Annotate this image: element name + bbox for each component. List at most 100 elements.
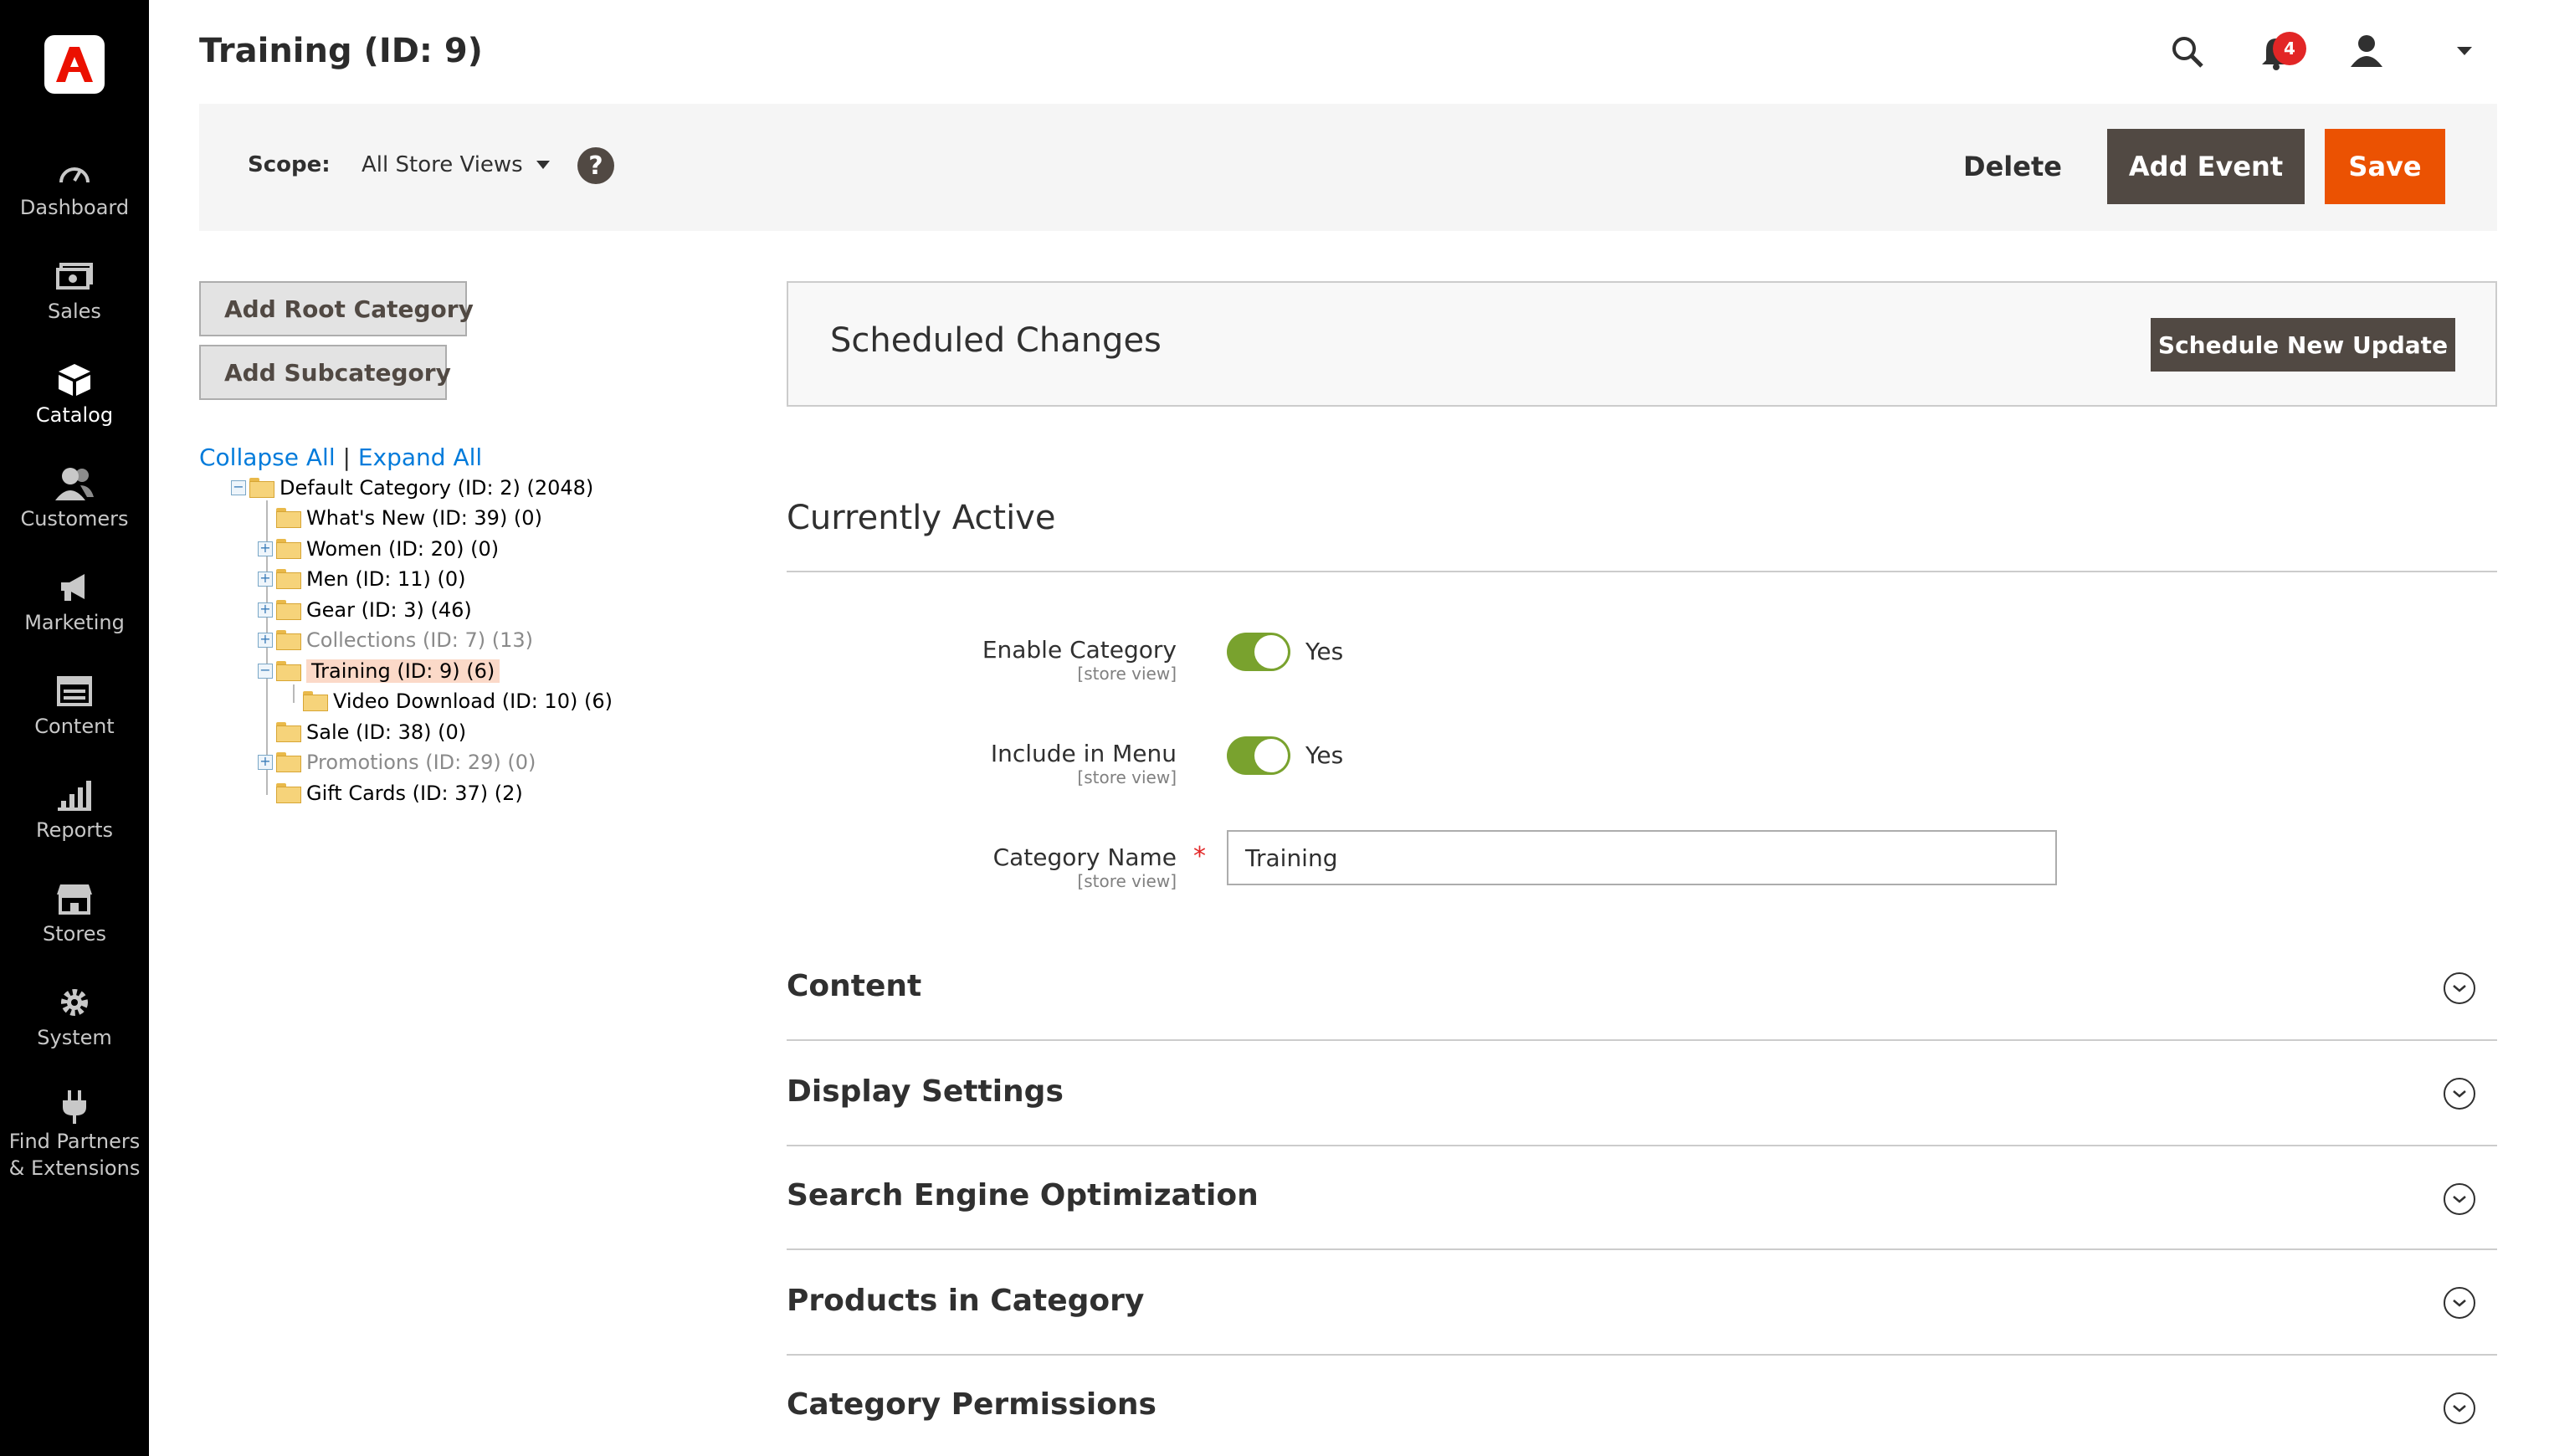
customers-icon xyxy=(49,462,100,505)
user-icon[interactable] xyxy=(2346,30,2387,70)
folder-icon xyxy=(276,630,301,650)
delete-button[interactable]: Delete xyxy=(1946,129,2079,204)
category-name-input[interactable]: Training xyxy=(1227,830,2057,885)
scope-switcher-value: All Store Views xyxy=(362,152,523,177)
tree-node-gift-cards[interactable]: Gift Cards (ID: 37) (2) xyxy=(258,779,523,807)
tree-node-sale[interactable]: Sale (ID: 38) (0) xyxy=(258,718,466,746)
nav-item-customers[interactable]: Customers xyxy=(0,462,149,554)
divider xyxy=(787,571,2497,572)
chevron-down-icon[interactable] xyxy=(2444,972,2475,1004)
scope-label: Scope: xyxy=(248,152,331,177)
nav-label: Catalog xyxy=(35,403,114,427)
tree-node-label: What's New (ID: 39) (0) xyxy=(306,506,542,530)
catalog-icon xyxy=(49,358,100,402)
folder-icon xyxy=(303,691,328,711)
section-content-title[interactable]: Content xyxy=(787,969,921,1003)
reports-icon xyxy=(49,773,100,817)
section-products-in-category-title[interactable]: Products in Category xyxy=(787,1284,1144,1318)
nav-label: Stores xyxy=(43,922,106,946)
tree-node-promotions[interactable]: + Promotions (ID: 29) (0) xyxy=(258,748,536,777)
divider xyxy=(787,1354,2497,1356)
chevron-down-icon[interactable] xyxy=(2444,1183,2475,1215)
scope-switcher[interactable]: All Store Views xyxy=(362,152,550,177)
tree-node-whats-new[interactable]: What's New (ID: 39) (0) xyxy=(258,504,542,532)
folder-icon xyxy=(276,752,301,772)
nav-item-reports[interactable]: Reports xyxy=(0,773,149,865)
nav-label: System xyxy=(37,1026,112,1049)
nav-item-stores[interactable]: Stores xyxy=(0,877,149,969)
section-seo-title[interactable]: Search Engine Optimization xyxy=(787,1178,1259,1212)
tree-node-training[interactable]: − Training (ID: 9) (6) xyxy=(258,657,500,685)
chevron-down-icon[interactable] xyxy=(2444,1078,2475,1110)
expand-node-icon[interactable]: + xyxy=(258,755,273,770)
account-menu-chevron-down-icon[interactable] xyxy=(2452,38,2477,64)
field-label-text: Include in Menu xyxy=(990,740,1177,767)
adobe-logo-icon xyxy=(56,47,93,82)
nav-item-find-partners[interactable]: Find Partners & Extensions xyxy=(0,1084,149,1193)
tree-node-video-download[interactable]: Video Download (ID: 10) (6) xyxy=(285,687,613,715)
collapse-node-icon[interactable]: − xyxy=(258,664,273,679)
notification-count-badge: 4 xyxy=(2273,32,2306,65)
nav-item-dashboard[interactable]: Dashboard xyxy=(0,151,149,243)
folder-open-icon xyxy=(276,661,301,681)
chevron-down-icon xyxy=(536,161,550,169)
tree-node-men[interactable]: + Men (ID: 11) (0) xyxy=(258,565,465,593)
field-label-text: Enable Category xyxy=(982,636,1177,664)
tree-node-label: Promotions (ID: 29) (0) xyxy=(306,751,536,774)
search-icon[interactable] xyxy=(2167,32,2208,72)
nav-item-marketing[interactable]: Marketing xyxy=(0,566,149,658)
expand-node-icon[interactable]: + xyxy=(258,541,273,556)
collapse-node-icon[interactable]: − xyxy=(231,480,246,495)
adobe-logo[interactable] xyxy=(44,35,105,94)
nav-item-catalog[interactable]: Catalog xyxy=(0,358,149,450)
add-root-category-button[interactable]: Add Root Category xyxy=(199,281,474,336)
tree-node-label: Video Download (ID: 10) (6) xyxy=(333,690,613,713)
expand-all-link[interactable]: Expand All xyxy=(358,443,482,471)
tree-node-label: Gear (ID: 3) (46) xyxy=(306,598,472,622)
field-scope-text: [store view] xyxy=(1077,767,1177,787)
scheduled-changes-title: Scheduled Changes xyxy=(830,321,1162,360)
folder-icon xyxy=(276,508,301,528)
chevron-down-icon[interactable] xyxy=(2444,1287,2475,1319)
folder-icon xyxy=(276,600,301,620)
plug-icon xyxy=(49,1084,100,1128)
field-scope-text: [store view] xyxy=(1077,664,1177,684)
tree-node-collections[interactable]: + Collections (ID: 7) (13) xyxy=(258,626,533,654)
tree-node-default-category[interactable]: − Default Category (ID: 2) (2048) xyxy=(231,474,593,502)
tree-node-label: Training (ID: 9) (6) xyxy=(306,659,500,683)
page-title: Training (ID: 9) xyxy=(199,32,483,70)
nav-label: Content xyxy=(34,715,115,738)
nav-label: Find Partners & Extensions xyxy=(8,1130,141,1180)
nav-item-sales[interactable]: Sales xyxy=(0,254,149,346)
save-button[interactable]: Save xyxy=(2325,129,2445,204)
expand-node-icon[interactable]: + xyxy=(258,633,273,648)
expand-node-icon[interactable]: + xyxy=(258,572,273,587)
enable-category-toggle[interactable] xyxy=(1227,633,1290,671)
help-icon[interactable]: ? xyxy=(577,147,614,184)
schedule-new-update-button[interactable]: Schedule New Update xyxy=(2151,318,2455,372)
gear-icon xyxy=(49,981,100,1024)
tree-node-gear[interactable]: + Gear (ID: 3) (46) xyxy=(258,596,472,624)
link-separator: | xyxy=(342,443,351,471)
include-in-menu-value: Yes xyxy=(1305,741,1344,769)
include-in-menu-toggle[interactable] xyxy=(1227,736,1290,775)
nav-item-system[interactable]: System xyxy=(0,981,149,1073)
expand-node-icon[interactable]: + xyxy=(258,602,273,618)
nav-label: Marketing xyxy=(24,611,125,634)
add-subcategory-button[interactable]: Add Subcategory xyxy=(199,345,451,400)
tree-expand-controls: Collapse All | Expand All xyxy=(199,443,482,471)
tree-node-label: Gift Cards (ID: 37) (2) xyxy=(306,782,523,805)
folder-icon xyxy=(276,539,301,559)
section-display-settings-title[interactable]: Display Settings xyxy=(787,1074,1064,1109)
tree-node-label: Default Category (ID: 2) (2048) xyxy=(280,476,594,500)
nav-item-content[interactable]: Content xyxy=(0,669,149,761)
section-category-permissions-title[interactable]: Category Permissions xyxy=(787,1387,1157,1422)
folder-icon xyxy=(276,783,301,803)
tree-node-women[interactable]: + Women (ID: 20) (0) xyxy=(258,535,499,563)
sales-icon xyxy=(49,254,100,298)
chevron-down-icon[interactable] xyxy=(2444,1392,2475,1424)
admin-sidebar: Dashboard Sales Catalog Customers Market… xyxy=(0,0,149,1456)
add-event-button[interactable]: Add Event xyxy=(2107,129,2305,204)
collapse-all-link[interactable]: Collapse All xyxy=(199,443,336,471)
field-label-text: Category Name xyxy=(992,843,1177,871)
